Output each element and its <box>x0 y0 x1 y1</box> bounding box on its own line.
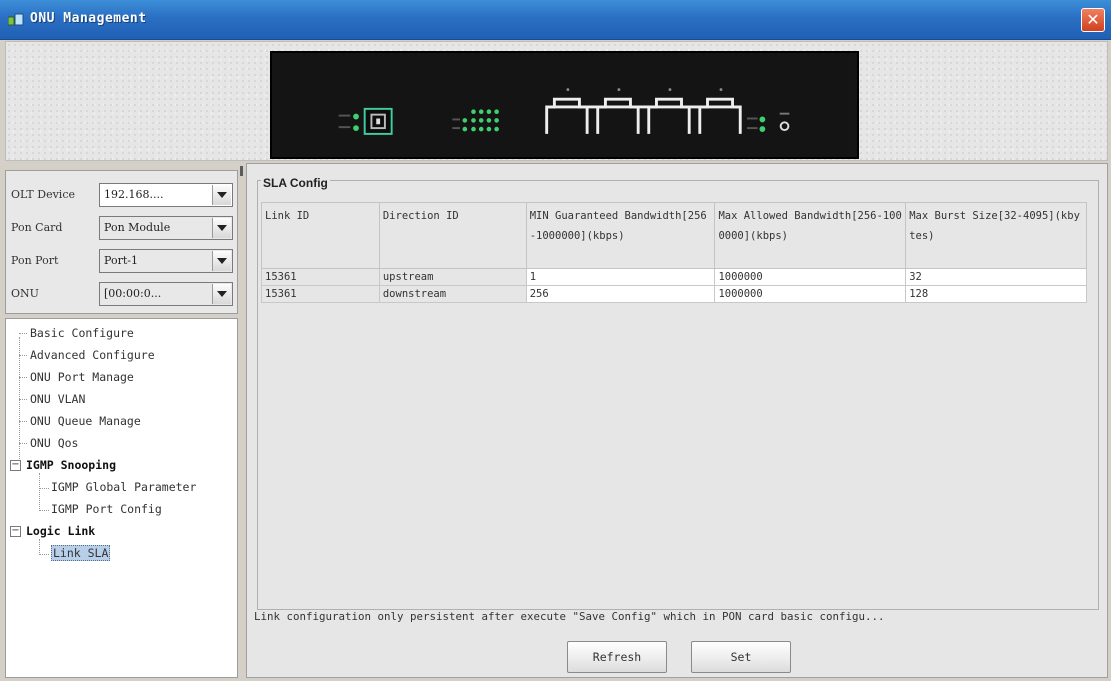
tree-item-basic-configure[interactable]: Basic Configure <box>30 323 134 343</box>
column-header[interactable]: Max Burst Size[32-4095](kbytes) <box>905 202 1087 269</box>
tree-item-advanced-configure[interactable]: Advanced Configure <box>30 345 155 365</box>
panel-splitter[interactable] <box>238 163 246 678</box>
pon-port-row: Pon Port Port-1 <box>6 249 239 273</box>
network-device-icon <box>8 13 24 26</box>
direction-cell: upstream <box>378 268 527 286</box>
sla-table: Link ID Direction ID MIN Guaranteed Band… <box>261 202 1087 303</box>
max-bandwidth-cell[interactable]: 1000000 <box>714 285 907 303</box>
max-bandwidth-cell[interactable]: 1000000 <box>714 268 907 286</box>
max-burst-cell[interactable]: 32 <box>905 268 1087 286</box>
onu-row: ONU [00:00:0... <box>6 282 239 306</box>
sla-panel: SLA Config Link ID Direction ID MIN Guar… <box>246 163 1108 678</box>
chevron-down-icon[interactable] <box>212 284 231 304</box>
pon-port-label: Pon Port <box>11 254 59 267</box>
tree-item-igmp-global-parameter[interactable]: IGMP Global Parameter <box>51 477 196 497</box>
tree-item-onu-queue-manage[interactable]: ONU Queue Manage <box>30 411 141 431</box>
pon-port-combo[interactable]: Port-1 <box>99 249 233 273</box>
olt-device-combo[interactable]: 192.168.... <box>99 183 233 207</box>
set-button[interactable]: Set <box>691 641 791 673</box>
table-row[interactable]: 15361 upstream 1 1000000 32 <box>261 268 1087 286</box>
tree-collapse-icon[interactable]: − <box>10 460 21 471</box>
column-header[interactable]: Max Allowed Bandwidth[256-1000000](kbps) <box>714 202 907 269</box>
chevron-down-icon[interactable] <box>212 218 231 238</box>
tree-item-onu-vlan[interactable]: ONU VLAN <box>30 389 85 409</box>
chevron-down-icon[interactable] <box>212 251 231 271</box>
tree-item-igmp-snooping[interactable]: IGMP Snooping <box>26 455 116 475</box>
window-titlebar: ONU Management ✕ <box>0 0 1111 40</box>
olt-device-label: OLT Device <box>11 188 75 201</box>
link-id-cell: 15361 <box>261 268 380 286</box>
close-icon[interactable]: ✕ <box>1081 8 1105 32</box>
window-title: ONU Management <box>30 11 147 26</box>
onu-device-image <box>270 51 859 159</box>
chevron-down-icon[interactable] <box>212 185 231 205</box>
olt-device-row: OLT Device 192.168.... <box>6 183 239 207</box>
column-header[interactable]: Direction ID <box>378 202 527 269</box>
column-header[interactable]: Link ID <box>261 202 380 269</box>
pon-card-label: Pon Card <box>11 221 63 234</box>
splitter-grip-icon[interactable] <box>240 166 243 176</box>
onu-value: [00:00:0... <box>104 287 162 300</box>
column-header[interactable]: MIN Guaranteed Bandwidth[256-1000000](kb… <box>525 202 716 269</box>
direction-cell: downstream <box>378 285 527 303</box>
max-burst-cell[interactable]: 128 <box>905 285 1087 303</box>
tree-collapse-icon[interactable]: − <box>10 526 21 537</box>
pon-card-row: Pon Card Pon Module <box>6 216 239 240</box>
pon-card-value: Pon Module <box>104 221 171 234</box>
onu-combo[interactable]: [00:00:0... <box>99 282 233 306</box>
onu-selector-form: OLT Device 192.168.... Pon Card Pon Modu… <box>5 170 238 314</box>
left-panel: OLT Device 192.168.... Pon Card Pon Modu… <box>5 170 238 678</box>
pon-card-combo[interactable]: Pon Module <box>99 216 233 240</box>
onu-label: ONU <box>11 287 39 300</box>
tree-item-igmp-port-config[interactable]: IGMP Port Config <box>51 499 162 519</box>
link-id-cell: 15361 <box>261 285 380 303</box>
sla-table-header: Link ID Direction ID MIN Guaranteed Band… <box>261 202 1087 269</box>
device-banner <box>5 41 1108 161</box>
persistence-notice: Link configuration only persistent after… <box>254 610 885 623</box>
pon-port-value: Port-1 <box>104 254 138 267</box>
sla-config-title: SLA Config <box>261 176 330 190</box>
table-row[interactable]: 15361 downstream 256 1000000 128 <box>261 285 1087 303</box>
config-tree: Basic Configure Advanced Configure ONU P… <box>5 318 238 678</box>
tree-item-onu-qos[interactable]: ONU Qos <box>30 433 78 453</box>
tree-item-onu-port-manage[interactable]: ONU Port Manage <box>30 367 134 387</box>
olt-device-value: 192.168.... <box>104 188 164 201</box>
min-bandwidth-cell[interactable]: 1 <box>525 268 716 286</box>
min-bandwidth-cell[interactable]: 256 <box>525 285 716 303</box>
refresh-button[interactable]: Refresh <box>567 641 667 673</box>
tree-item-logic-link[interactable]: Logic Link <box>26 521 95 541</box>
tree-item-link-sla[interactable]: Link SLA <box>51 543 111 563</box>
